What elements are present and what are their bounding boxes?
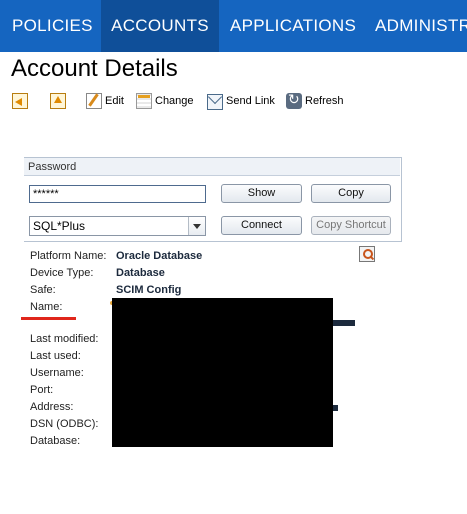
password-panel-header: Password [24, 158, 400, 176]
tab-administration[interactable]: ADMINISTR [375, 0, 467, 52]
back-arrow-icon [12, 93, 28, 109]
device-type-value: Database [116, 267, 165, 279]
connection-type-select[interactable]: SQL*Plus [29, 216, 206, 236]
database-label: Database: [30, 435, 81, 447]
address-label: Address: [30, 401, 74, 413]
back-button[interactable] [12, 90, 31, 112]
toolbar: Edit Change Send Link Refresh [10, 90, 460, 112]
refresh-icon [286, 92, 302, 109]
password-field[interactable]: ****** [29, 185, 206, 203]
up-arrow-icon [50, 93, 66, 109]
edit-label: Edit [105, 95, 124, 107]
port-label: Port: [30, 384, 54, 396]
tab-accounts[interactable]: ACCOUNTS [101, 0, 219, 52]
platform-name-label: Platform Name: [30, 250, 107, 262]
chevron-down-icon[interactable] [188, 217, 205, 235]
change-label: Change [155, 95, 194, 107]
connect-button[interactable]: Connect [221, 216, 302, 235]
refresh-label: Refresh [305, 95, 344, 107]
edit-pencil-icon [86, 93, 102, 109]
show-button[interactable]: Show [221, 184, 302, 203]
up-button[interactable] [50, 90, 69, 112]
refresh-button[interactable]: Refresh [286, 90, 344, 112]
highlight-underline [21, 317, 76, 320]
tab-applications[interactable]: APPLICATIONS [230, 0, 356, 52]
edit-button[interactable]: Edit [86, 90, 124, 112]
send-link-button[interactable]: Send Link [207, 90, 275, 112]
platform-name-value: Oracle Database [116, 250, 203, 262]
last-modified-label: Last modified: [30, 333, 99, 345]
password-panel: Password ****** Show Copy SQL*Plus Conne… [24, 157, 402, 242]
search-icon[interactable] [359, 246, 375, 262]
dsn-label: DSN (ODBC): [30, 418, 99, 430]
copy-shortcut-button[interactable]: Copy Shortcut [311, 216, 391, 235]
top-navigation: POLICIES ACCOUNTS APPLICATIONS ADMINISTR [0, 0, 467, 52]
copy-button[interactable]: Copy [311, 184, 391, 203]
last-used-label: Last used: [30, 350, 81, 362]
change-button[interactable]: Change [136, 90, 194, 112]
safe-value: SCIM Config [116, 284, 182, 296]
change-icon [136, 93, 152, 109]
username-label: Username: [30, 367, 84, 379]
redacted-text-fragment [333, 320, 355, 326]
redacted-text-fragment [333, 405, 338, 411]
connection-type-value: SQL*Plus [33, 219, 86, 233]
send-link-label: Send Link [226, 95, 275, 107]
tab-policies[interactable]: POLICIES [0, 0, 105, 52]
name-label: Name: [30, 301, 63, 313]
redaction-box [112, 298, 333, 447]
envelope-icon [207, 94, 223, 110]
page-title: Account Details [11, 55, 178, 82]
safe-label: Safe: [30, 284, 56, 296]
device-type-label: Device Type: [30, 267, 94, 279]
